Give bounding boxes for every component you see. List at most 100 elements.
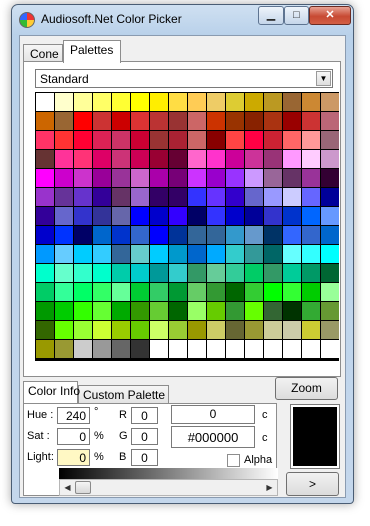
color-swatch[interactable] [74,93,92,111]
color-swatch[interactable] [169,264,187,282]
color-swatch[interactable] [93,302,111,320]
color-swatch[interactable] [207,150,225,168]
color-swatch[interactable] [283,112,301,130]
minimize-button[interactable]: ▁ [258,6,284,25]
color-swatch[interactable] [207,207,225,225]
color-swatch[interactable] [321,112,339,130]
color-swatch[interactable] [74,302,92,320]
color-swatch[interactable] [93,112,111,130]
color-swatch[interactable] [321,321,339,339]
alpha-checkbox[interactable] [227,454,240,467]
color-swatch[interactable] [207,321,225,339]
color-swatch[interactable] [93,188,111,206]
light-field[interactable]: 0 [57,449,90,466]
color-swatch[interactable] [302,283,320,301]
color-swatch[interactable] [283,93,301,111]
color-swatch[interactable] [245,188,263,206]
color-swatch[interactable] [283,245,301,263]
title-bar[interactable]: Audiosoft.Net Color Picker ▁ □ ✕ [12,5,353,33]
color-swatch[interactable] [302,302,320,320]
color-swatch[interactable] [226,321,244,339]
color-swatch[interactable] [264,112,282,130]
color-swatch[interactable] [207,169,225,187]
g-field[interactable]: 0 [131,428,158,445]
color-swatch[interactable] [150,321,168,339]
color-swatch[interactable] [245,169,263,187]
color-swatch[interactable] [169,188,187,206]
color-swatch[interactable] [112,302,130,320]
color-swatch[interactable] [36,112,54,130]
color-swatch[interactable] [207,93,225,111]
color-swatch[interactable] [112,226,130,244]
color-swatch[interactable] [264,283,282,301]
color-swatch[interactable] [36,169,54,187]
scroll-right-icon[interactable]: ▶ [262,480,277,495]
color-swatch[interactable] [74,188,92,206]
b-field[interactable]: 0 [131,449,158,466]
color-swatch[interactable] [264,188,282,206]
color-swatch[interactable] [245,150,263,168]
color-swatch[interactable] [207,283,225,301]
color-swatch[interactable] [93,207,111,225]
color-swatch[interactable] [93,131,111,149]
color-swatch[interactable] [131,169,149,187]
maximize-button[interactable]: □ [284,6,309,25]
color-swatch[interactable] [93,226,111,244]
color-swatch[interactable] [131,131,149,149]
color-swatch[interactable] [302,207,320,225]
color-swatch[interactable] [131,150,149,168]
color-swatch[interactable] [36,207,54,225]
color-swatch[interactable] [169,93,187,111]
color-swatch[interactable] [74,150,92,168]
lightness-scrollbar[interactable]: ◀ ▶ [59,479,278,496]
color-swatch[interactable] [55,169,73,187]
color-swatch[interactable] [150,93,168,111]
color-swatch[interactable] [93,93,111,111]
color-swatch[interactable] [131,340,149,358]
color-swatch[interactable] [264,340,282,358]
color-swatch[interactable] [169,150,187,168]
color-swatch[interactable] [112,93,130,111]
color-swatch[interactable] [283,226,301,244]
color-swatch[interactable] [36,340,54,358]
color-swatch[interactable] [264,245,282,263]
color-swatch[interactable] [245,283,263,301]
color-swatch[interactable] [36,302,54,320]
color-swatch[interactable] [55,207,73,225]
color-swatch[interactable] [36,131,54,149]
color-swatch[interactable] [112,131,130,149]
color-swatch[interactable] [93,264,111,282]
color-swatch[interactable] [264,207,282,225]
color-swatch[interactable] [131,264,149,282]
color-swatch[interactable] [150,150,168,168]
color-swatch[interactable] [93,150,111,168]
color-swatch[interactable] [112,340,130,358]
tab-color-info[interactable]: Color Info [23,381,80,403]
color-swatch[interactable] [150,131,168,149]
color-swatch[interactable] [321,226,339,244]
color-swatch[interactable] [302,321,320,339]
color-swatch[interactable] [302,264,320,282]
lightness-gradient-bar[interactable] [59,468,278,479]
color-swatch[interactable] [245,302,263,320]
color-swatch[interactable] [283,264,301,282]
next-button[interactable]: > [286,472,339,496]
color-swatch[interactable] [245,207,263,225]
color-swatch[interactable] [131,245,149,263]
color-swatch[interactable] [302,150,320,168]
color-swatch[interactable] [188,264,206,282]
color-swatch[interactable] [207,188,225,206]
color-swatch[interactable] [226,93,244,111]
color-swatch[interactable] [74,169,92,187]
color-swatch[interactable] [74,264,92,282]
decimal-value-field[interactable]: 0 [171,405,255,424]
color-swatch[interactable] [302,245,320,263]
color-swatch[interactable] [74,340,92,358]
color-swatch[interactable] [74,131,92,149]
scrollbar-thumb[interactable] [75,481,91,494]
color-swatch[interactable] [55,93,73,111]
color-swatch[interactable] [36,245,54,263]
color-swatch[interactable] [264,226,282,244]
color-swatch[interactable] [150,245,168,263]
color-swatch[interactable] [321,169,339,187]
